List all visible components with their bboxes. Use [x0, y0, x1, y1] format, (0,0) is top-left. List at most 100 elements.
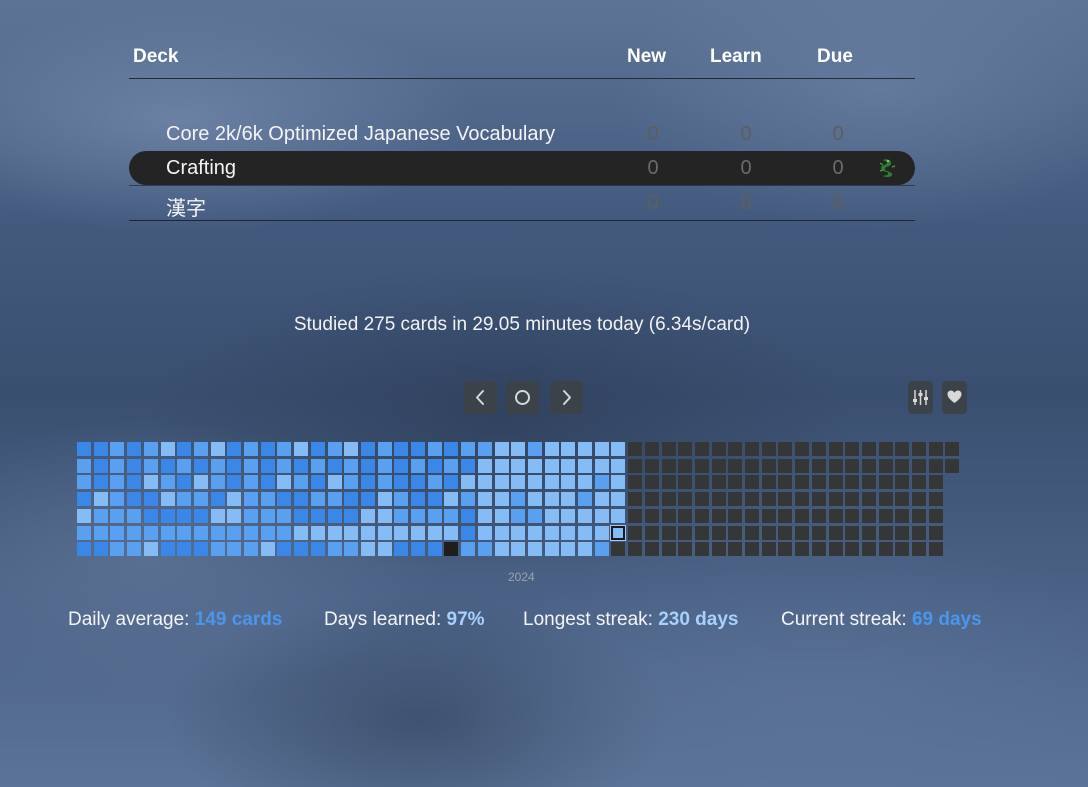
heatmap-day-cell[interactable] — [644, 442, 659, 456]
heatmap-day-cell[interactable] — [477, 475, 492, 490]
heatmap-day-cell[interactable] — [611, 542, 626, 557]
heatmap-day-cell[interactable] — [561, 475, 576, 490]
heatmap-day-cell[interactable] — [260, 475, 275, 490]
heatmap-day-cell[interactable] — [110, 475, 125, 490]
heatmap-day-cell[interactable] — [360, 508, 375, 523]
heatmap-day-cell[interactable] — [694, 458, 709, 473]
heatmap-day-cell[interactable] — [377, 542, 392, 557]
heatmap-day-cell[interactable] — [310, 475, 325, 490]
heatmap-day-cell[interactable] — [845, 442, 860, 456]
heatmap-day-cell[interactable] — [244, 458, 258, 473]
heatmap-day-cell[interactable] — [878, 542, 893, 557]
heatmap-day-cell[interactable] — [828, 508, 843, 523]
heatmap-day-cell[interactable] — [611, 458, 626, 473]
heatmap-day-cell[interactable] — [661, 458, 676, 473]
heatmap-day-cell[interactable] — [912, 492, 926, 507]
heatmap-day-cell[interactable] — [511, 458, 526, 473]
heatmap-day-cell[interactable] — [544, 442, 559, 456]
heatmap-day-cell[interactable] — [928, 508, 943, 523]
heatmap-day-cell[interactable] — [310, 525, 325, 540]
heatmap-day-cell[interactable] — [277, 475, 292, 490]
heatmap-day-cell[interactable] — [310, 508, 325, 523]
heatmap-day-cell[interactable] — [878, 508, 893, 523]
heatmap-day-cell[interactable] — [277, 542, 292, 557]
heatmap-day-cell[interactable] — [594, 525, 609, 540]
heatmap-day-cell[interactable] — [244, 492, 258, 507]
heatmap-day-cell[interactable] — [845, 525, 860, 540]
heatmap-day-cell[interactable] — [327, 508, 342, 523]
heatmap-day-cell[interactable] — [110, 442, 125, 456]
heatmap-day-cell[interactable] — [895, 458, 910, 473]
heatmap-day-cell[interactable] — [628, 442, 643, 456]
heatmap-day-cell[interactable] — [327, 475, 342, 490]
heatmap-day-cell[interactable] — [912, 508, 926, 523]
dragon-icon[interactable] — [877, 157, 897, 179]
heatmap-day-cell[interactable] — [811, 508, 826, 523]
heatmap-day-cell[interactable] — [344, 475, 359, 490]
heatmap-day-cell[interactable] — [260, 442, 275, 456]
heatmap-day-cell[interactable] — [828, 458, 843, 473]
heatmap-day-cell[interactable] — [93, 525, 108, 540]
heatmap-day-cell[interactable] — [610, 524, 627, 541]
heatmap-day-cell[interactable] — [644, 492, 659, 507]
heatmap-day-cell[interactable] — [494, 458, 509, 473]
heatmap-day-cell[interactable] — [745, 492, 759, 507]
heatmap-day-cell[interactable] — [93, 442, 108, 456]
heatmap-day-cell[interactable] — [377, 492, 392, 507]
heatmap-day-cell[interactable] — [444, 508, 459, 523]
heatmap-day-cell[interactable] — [143, 492, 158, 507]
heatmap-day-cell[interactable] — [411, 508, 425, 523]
heatmap-day-cell[interactable] — [277, 442, 292, 456]
heatmap-day-cell[interactable] — [778, 475, 793, 490]
heatmap-day-cell[interactable] — [77, 492, 91, 507]
heatmap-day-cell[interactable] — [93, 492, 108, 507]
heatmap-day-cell[interactable] — [127, 508, 142, 523]
heatmap-day-cell[interactable] — [227, 525, 242, 540]
heatmap-day-cell[interactable] — [177, 458, 192, 473]
heatmap-day-cell[interactable] — [77, 442, 91, 456]
heatmap-day-cell[interactable] — [578, 458, 592, 473]
heatmap-day-cell[interactable] — [193, 475, 208, 490]
heatmap-day-cell[interactable] — [494, 492, 509, 507]
heatmap-day-cell[interactable] — [294, 475, 309, 490]
heatmap-day-cell[interactable] — [644, 475, 659, 490]
heatmap-day-cell[interactable] — [227, 492, 242, 507]
heatmap-day-cell[interactable] — [193, 492, 208, 507]
heatmap-day-cell[interactable] — [227, 442, 242, 456]
heatmap-day-cell[interactable] — [411, 442, 425, 456]
heatmap-day-cell[interactable] — [294, 442, 309, 456]
heatmap-day-cell[interactable] — [461, 492, 476, 507]
previous-year-button[interactable] — [464, 381, 497, 414]
heatmap-day-cell[interactable] — [511, 508, 526, 523]
heatmap-day-cell[interactable] — [177, 508, 192, 523]
heatmap-day-cell[interactable] — [177, 475, 192, 490]
heatmap-day-cell[interactable] — [160, 458, 175, 473]
heatmap-day-cell[interactable] — [828, 525, 843, 540]
heatmap-day-cell[interactable] — [711, 475, 726, 490]
heatmap-day-cell[interactable] — [477, 458, 492, 473]
heatmap-day-cell[interactable] — [795, 458, 810, 473]
heatmap-day-cell[interactable] — [294, 458, 309, 473]
heatmap-day-cell[interactable] — [578, 508, 592, 523]
heatmap-day-cell[interactable] — [310, 458, 325, 473]
heatmap-day-cell[interactable] — [394, 525, 409, 540]
heatmap-day-cell[interactable] — [260, 542, 275, 557]
heatmap-day-cell[interactable] — [912, 525, 926, 540]
heatmap-day-cell[interactable] — [745, 525, 759, 540]
heatmap-day-cell[interactable] — [210, 458, 225, 473]
heatmap-day-cell[interactable] — [544, 525, 559, 540]
heatmap-day-cell[interactable] — [394, 475, 409, 490]
heatmap-day-cell[interactable] — [795, 508, 810, 523]
heatmap-day-cell[interactable] — [277, 458, 292, 473]
heatmap-day-cell[interactable] — [77, 542, 91, 557]
heatmap-day-cell[interactable] — [511, 542, 526, 557]
heatmap-day-cell[interactable] — [811, 525, 826, 540]
heatmap-day-cell[interactable] — [761, 525, 776, 540]
heatmap-day-cell[interactable] — [177, 542, 192, 557]
heatmap-day-cell[interactable] — [527, 458, 542, 473]
heatmap-day-cell[interactable] — [143, 525, 158, 540]
heatmap-day-cell[interactable] — [127, 542, 142, 557]
heatmap-day-cell[interactable] — [594, 492, 609, 507]
heatmap-day-cell[interactable] — [661, 542, 676, 557]
heatmap-day-cell[interactable] — [928, 475, 943, 490]
